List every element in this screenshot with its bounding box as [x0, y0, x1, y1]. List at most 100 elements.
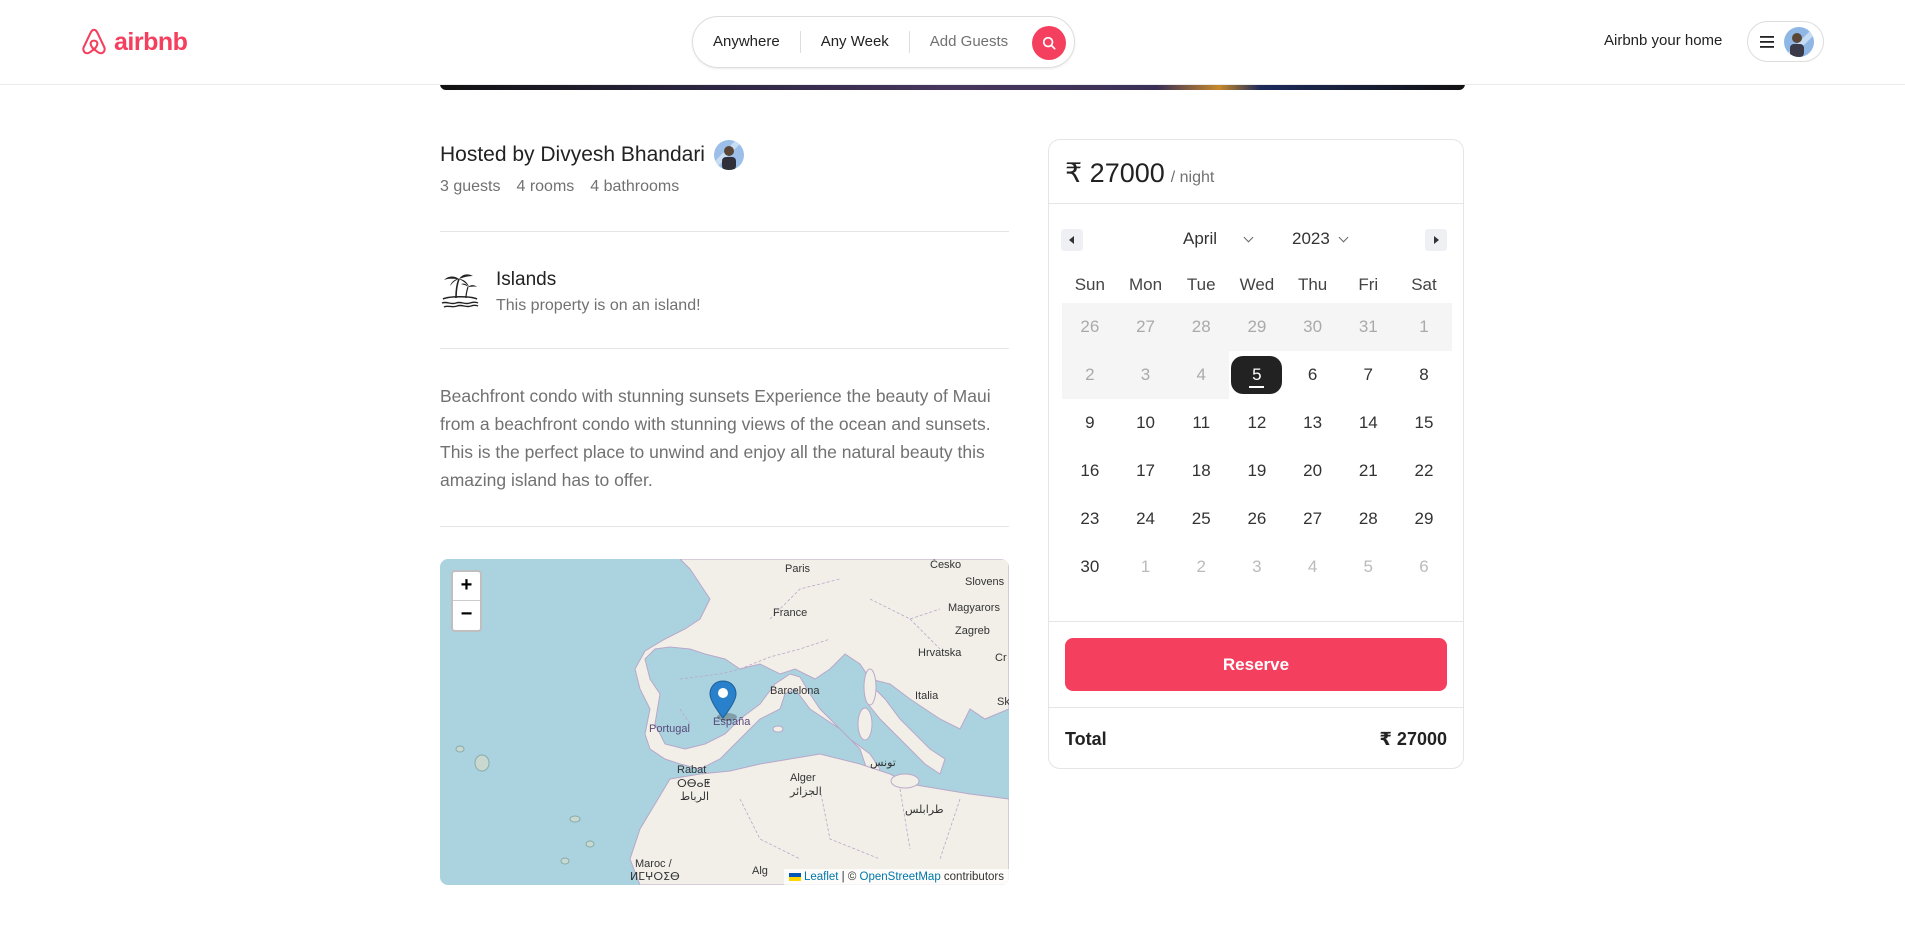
- listing-category: Islands This property is on an island!: [440, 268, 701, 315]
- total-label: Total: [1065, 729, 1107, 749]
- year-select[interactable]: 2023: [1292, 229, 1349, 249]
- calendar-day[interactable]: 13: [1285, 399, 1341, 447]
- calendar-day[interactable]: 19: [1229, 447, 1285, 495]
- search-button[interactable]: [1032, 26, 1066, 60]
- category-description: This property is on an island!: [496, 297, 701, 314]
- map-marker-icon[interactable]: [709, 680, 737, 722]
- calendar-day: 28: [1173, 303, 1230, 351]
- weekday-label: Wed: [1239, 275, 1275, 294]
- leaflet-link[interactable]: Leaflet: [804, 871, 839, 883]
- calendar-day[interactable]: 12: [1229, 399, 1285, 447]
- map-label: Cr: [995, 652, 1007, 664]
- map-zoom-control: + −: [451, 570, 482, 632]
- calendar-day[interactable]: 7: [1340, 351, 1396, 399]
- card-divider: [1049, 203, 1463, 204]
- next-month-button[interactable]: [1425, 229, 1447, 251]
- listing-description: Beachfront condo with stunning sunsets E…: [440, 386, 991, 490]
- zoom-out-button[interactable]: −: [453, 601, 480, 630]
- search-bar[interactable]: Anywhere Any Week Add Guests: [692, 16, 1075, 68]
- price-unit: / night: [1170, 169, 1215, 186]
- map-label: Slovens: [965, 576, 1005, 588]
- user-menu-button[interactable]: [1747, 21, 1824, 62]
- calendar-day[interactable]: 20: [1285, 447, 1341, 495]
- search-any-week[interactable]: Any Week: [801, 31, 909, 53]
- map-label: Paris: [785, 563, 811, 575]
- calendar-day[interactable]: 11: [1173, 399, 1229, 447]
- calendar-day[interactable]: 23: [1062, 495, 1118, 543]
- airbnb-your-home-link[interactable]: Airbnb your home: [1604, 32, 1722, 49]
- top-navbar: airbnb Anywhere Any Week Add Guests Airb…: [0, 0, 1905, 85]
- calendar-day[interactable]: 10: [1118, 399, 1174, 447]
- map-label: Maroc /: [635, 858, 672, 870]
- zoom-in-button[interactable]: +: [453, 572, 480, 601]
- calendar-day[interactable]: 21: [1340, 447, 1396, 495]
- calendar-week: 9 10 11 12 13 14 15: [1062, 399, 1452, 447]
- reserve-button[interactable]: Reserve: [1065, 638, 1447, 691]
- weekday-label: Sun: [1074, 275, 1105, 294]
- calendar-day: 30: [1284, 303, 1341, 351]
- calendar-day-selected[interactable]: 5: [1229, 351, 1285, 399]
- calendar-day[interactable]: 8: [1396, 351, 1452, 399]
- map-label: الرباط: [680, 791, 710, 803]
- price-value: ₹ 27000: [1065, 158, 1165, 188]
- calendar-day[interactable]: 9: [1062, 399, 1118, 447]
- map-label: Portugal: [649, 723, 690, 735]
- calendar-day[interactable]: 26: [1229, 495, 1285, 543]
- map-label: Alg: [752, 865, 768, 877]
- rooms-count: 4 rooms: [516, 178, 575, 195]
- triangle-left-icon: [1069, 236, 1074, 244]
- calendar-day[interactable]: 24: [1118, 495, 1174, 543]
- chevron-down-icon: [1243, 232, 1254, 242]
- calendar-day[interactable]: 22: [1396, 447, 1452, 495]
- calendar-day: 2: [1196, 557, 1206, 576]
- search-add-guests[interactable]: Add Guests: [910, 31, 1028, 53]
- section-divider: [440, 231, 1009, 232]
- calendar-day[interactable]: 18: [1173, 447, 1229, 495]
- calendar-week: 2 3 4 5 6 7 8: [1062, 351, 1452, 399]
- calendar-day[interactable]: 27: [1285, 495, 1341, 543]
- calendar-day: 5: [1363, 557, 1374, 576]
- card-divider: [1049, 707, 1463, 708]
- map-attribution: Leaflet | © OpenStreetMap contributors: [783, 869, 1009, 885]
- prev-month-button[interactable]: [1061, 229, 1083, 251]
- map-label: Alger: [790, 772, 816, 784]
- map-label: ⵍⵎⵖⵔⵉⴱ: [630, 871, 680, 883]
- openstreetmap-link[interactable]: OpenStreetMap: [860, 871, 941, 883]
- calendar-day[interactable]: 14: [1340, 399, 1396, 447]
- calendar-day: 4: [1307, 557, 1318, 576]
- calendar-day: 4: [1173, 351, 1230, 399]
- calendar-day: 27: [1117, 303, 1174, 351]
- calendar-day[interactable]: 17: [1118, 447, 1174, 495]
- location-map[interactable]: Paris Česko Slovens Magyarors Zagreb Fra…: [440, 559, 1009, 885]
- calendar-day[interactable]: 15: [1396, 399, 1452, 447]
- map-label: Česko: [930, 559, 962, 571]
- calendar-day: 26: [1062, 303, 1118, 351]
- map-label: طرابلس: [905, 804, 944, 816]
- calendar-day[interactable]: 16: [1062, 447, 1118, 495]
- search-icon: [1042, 36, 1056, 50]
- airbnb-logo[interactable]: airbnb: [79, 27, 188, 57]
- weekday-label: Thu: [1297, 275, 1328, 294]
- host-title-text: Hosted by Divyesh Bhandari: [440, 143, 705, 166]
- calendar-grid: Sun Mon Tue Wed Thu Fri Sat 26 27 28 29 …: [1062, 267, 1452, 591]
- listing-stats: 3 guests 4 rooms 4 bathrooms: [440, 178, 679, 196]
- calendar-day: 2: [1062, 351, 1118, 399]
- year-value: 2023: [1292, 229, 1330, 248]
- calendar-day: 3: [1252, 557, 1262, 576]
- map-label: Rabat: [677, 764, 707, 776]
- calendar-day[interactable]: 28: [1340, 495, 1396, 543]
- calendar-day[interactable]: 6: [1285, 351, 1341, 399]
- host-title: Hosted by Divyesh Bhandari: [440, 140, 744, 170]
- calendar-day[interactable]: 30: [1062, 543, 1118, 591]
- month-select[interactable]: April: [1183, 229, 1254, 249]
- search-anywhere[interactable]: Anywhere: [693, 31, 800, 53]
- calendar-day[interactable]: 25: [1173, 495, 1229, 543]
- total-row: Total ₹ 27000: [1065, 729, 1447, 750]
- calendar-day[interactable]: 29: [1396, 495, 1452, 543]
- calendar-week: 23 24 25 26 27 28 29: [1062, 495, 1452, 543]
- host-avatar: [713, 140, 744, 170]
- map-label: ⵔⴱⴰⵟ: [677, 778, 711, 790]
- selected-day-value: 5: [1231, 356, 1283, 394]
- map-label: Barcelona: [770, 685, 820, 697]
- user-avatar: [1784, 26, 1814, 57]
